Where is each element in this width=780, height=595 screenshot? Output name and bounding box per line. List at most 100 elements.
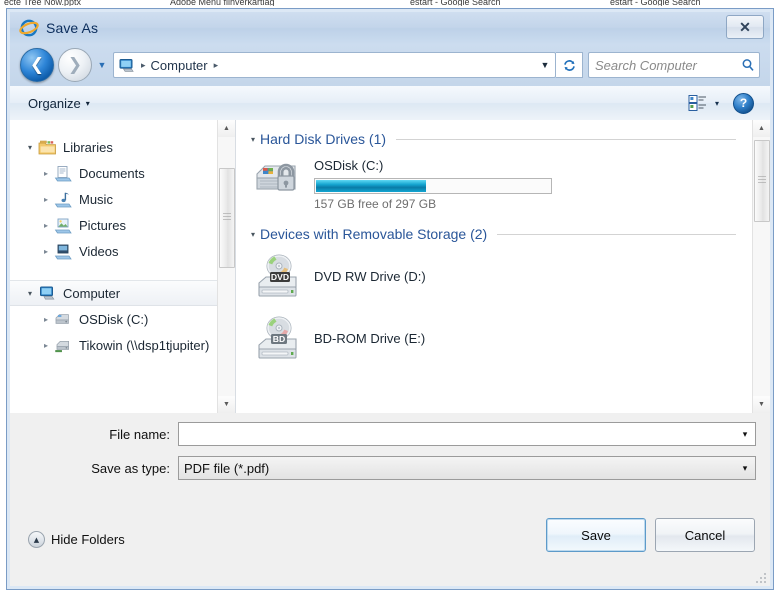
sidebar-item-videos[interactable]: ▸ Videos <box>10 238 235 264</box>
address-bar: ❮ ❯ ▼ ▸ Computer ▸ ▼ Search Computer <box>10 44 770 86</box>
expander-icon[interactable]: ▾ <box>246 135 260 144</box>
resize-grip-icon[interactable] <box>754 571 766 583</box>
drive-item-dvd[interactable]: DVD DVD RW Drive (D:) <box>236 253 750 301</box>
screen: ecte Tree Now.pptx Adobe Menu filhverkar… <box>0 0 780 595</box>
help-button[interactable]: ? <box>733 92 754 114</box>
expander-icon[interactable]: ▾ <box>24 143 36 152</box>
savetype-value[interactable]: PDF file (*.pdf) <box>179 461 735 476</box>
drive-name: OSDisk (C:) <box>314 158 384 173</box>
search-box[interactable]: Search Computer <box>588 52 760 78</box>
sidebar-item-computer[interactable]: ▾ Computer <box>10 280 235 306</box>
save-button[interactable]: Save <box>546 518 646 552</box>
help-icon: ? <box>739 96 748 110</box>
sidebar-item-documents[interactable]: ▸ Documents <box>10 160 235 186</box>
savetype-combobox[interactable]: PDF file (*.pdf) ▾ <box>178 456 756 480</box>
scroll-down-arrow-icon[interactable]: ▼ <box>753 396 770 413</box>
filename-row: File name: ▾ <box>10 421 770 447</box>
expander-icon[interactable]: ▾ <box>24 289 36 298</box>
close-icon: ✕ <box>739 19 751 35</box>
view-mode-button[interactable]: ▾ <box>688 94 719 112</box>
dialog-title: Save As <box>46 20 99 36</box>
expander-icon[interactable]: ▸ <box>40 341 52 350</box>
drive-name: DVD RW Drive (D:) <box>314 269 426 284</box>
chevron-down-icon: ▼ <box>97 60 107 70</box>
bd-drive-icon: BD <box>254 315 306 363</box>
computer-icon <box>118 58 135 73</box>
title-bar: Save As ✕ <box>10 12 770 44</box>
hide-folders-label: Hide Folders <box>51 532 125 547</box>
group-header[interactable]: ▾ Hard Disk Drives (1) <box>236 126 750 152</box>
close-button[interactable]: ✕ <box>726 15 764 39</box>
drive-meta: BD-ROM Drive (E:) <box>314 315 425 346</box>
search-input[interactable]: Search Computer <box>595 58 737 73</box>
expander-icon[interactable]: ▸ <box>40 169 52 178</box>
sidebar-item-music[interactable]: ▸ Music <box>10 186 235 212</box>
expander-icon[interactable]: ▸ <box>40 315 52 324</box>
savetype-label: Save as type: <box>91 460 170 476</box>
back-arrow-icon: ❮ <box>29 54 45 75</box>
scrollbar-thumb[interactable] <box>219 168 235 268</box>
refresh-button[interactable] <box>556 52 583 78</box>
scroll-down-arrow-icon[interactable]: ▼ <box>218 396 235 413</box>
group-removable-storage: ▾ Devices with Removable Storage (2) DVD… <box>236 221 750 363</box>
save-button-label: Save <box>581 527 611 543</box>
forward-arrow-icon: ❯ <box>67 54 83 75</box>
breadcrumb-computer[interactable]: Computer <box>151 58 208 73</box>
drive-item-osdisk[interactable]: OSDisk (C:) 157 GB free of 297 GB <box>236 152 750 211</box>
view-mode-icon <box>688 95 706 111</box>
dvd-drive-icon: DVD <box>254 253 306 301</box>
chevron-down-icon[interactable]: ▾ <box>735 463 755 474</box>
network-drive-icon <box>54 337 73 354</box>
documents-library-icon <box>54 165 73 182</box>
group-hard-disk-drives: ▾ Hard Disk Drives (1) OSDisk (C:) 157 G… <box>236 126 750 211</box>
cancel-button-label: Cancel <box>684 527 726 543</box>
expander-icon[interactable]: ▾ <box>246 230 260 239</box>
hide-folders-button[interactable]: ▲ Hide Folders <box>28 531 125 548</box>
internet-explorer-icon <box>19 18 39 38</box>
group-header[interactable]: ▾ Devices with Removable Storage (2) <box>236 221 750 247</box>
recent-pages-button[interactable]: ▼ <box>95 49 109 81</box>
cancel-button[interactable]: Cancel <box>655 518 755 552</box>
magnifier-icon <box>737 58 759 72</box>
expander-icon[interactable]: ▸ <box>40 195 52 204</box>
browser-body: ▾ Libraries ▸ Documents ▸ Music ▸ Pictur… <box>10 120 770 413</box>
filename-label: File name: <box>109 426 170 442</box>
capacity-bar-fill <box>316 180 426 192</box>
list-pane-scrollbar[interactable]: ▲ ▼ <box>752 120 770 413</box>
organize-label: Organize <box>28 95 81 111</box>
sidebar-item-label: Computer <box>63 285 121 301</box>
drive-meta: DVD RW Drive (D:) <box>314 253 426 284</box>
sidebar-item-tikowin[interactable]: ▸ Tikowin (\\dsp1tjupiter) <box>10 332 235 358</box>
nav-pane-scrollbar[interactable]: ▲ ▼ <box>217 120 235 413</box>
harddisk-icon <box>54 311 73 328</box>
expander-icon[interactable]: ▸ <box>40 221 52 230</box>
pictures-library-icon <box>54 217 73 234</box>
chevron-down-icon[interactable]: ▾ <box>735 429 755 440</box>
filename-combobox[interactable]: ▾ <box>178 422 756 446</box>
refresh-icon <box>563 59 575 71</box>
expander-icon[interactable]: ▸ <box>40 247 52 256</box>
group-title: Devices with Removable Storage (2) <box>260 226 488 242</box>
folder-tree: ▾ Libraries ▸ Documents ▸ Music ▸ Pictur… <box>10 120 235 358</box>
sidebar-item-label: Documents <box>79 165 145 181</box>
toolbar: Organize ▾ ▾ ? <box>10 86 770 121</box>
drive-item-bdrom[interactable]: BD BD-ROM Drive (E:) <box>236 315 750 363</box>
libraries-folder-icon <box>38 139 57 156</box>
back-button[interactable]: ❮ <box>20 48 54 82</box>
breadcrumb-separator[interactable]: ▸ <box>214 60 219 71</box>
svg-text:BD: BD <box>273 334 285 344</box>
sidebar-item-osdisk[interactable]: ▸ OSDisk (C:) <box>10 306 235 332</box>
organize-button[interactable]: Organize ▾ <box>28 96 90 111</box>
address-dropdown-button[interactable]: ▼ <box>535 60 555 70</box>
sidebar-item-label: Videos <box>79 243 119 259</box>
scrollbar-thumb[interactable] <box>754 140 770 222</box>
sidebar-item-libraries[interactable]: ▾ Libraries <box>10 134 235 160</box>
capacity-text: 157 GB free of 297 GB <box>314 197 437 211</box>
sidebar-item-pictures[interactable]: ▸ Pictures <box>10 212 235 238</box>
navigation-pane: ▾ Libraries ▸ Documents ▸ Music ▸ Pictur… <box>10 120 235 413</box>
group-rule <box>396 138 736 140</box>
breadcrumb-bar[interactable]: ▸ Computer ▸ ▼ <box>113 52 556 78</box>
scroll-up-arrow-icon[interactable]: ▲ <box>753 120 770 137</box>
forward-button[interactable]: ❯ <box>58 48 92 82</box>
scroll-up-arrow-icon[interactable]: ▲ <box>218 120 235 137</box>
